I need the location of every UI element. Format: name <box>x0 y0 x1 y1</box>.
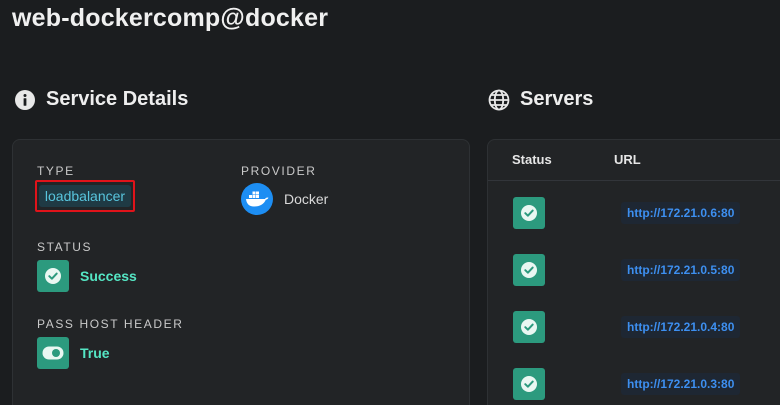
table-row[interactable]: http://172.21.0.4:80 <box>513 311 780 343</box>
service-page: web-dockercomp@docker Service Details Se… <box>0 0 780 405</box>
globe-icon <box>488 89 510 111</box>
service-details-heading: Service Details <box>14 88 188 111</box>
type-highlight-box: loadbalancer <box>35 180 135 212</box>
check-circle-icon <box>513 197 545 229</box>
server-url-link[interactable]: http://172.21.0.6:80 <box>621 202 741 224</box>
type-label: TYPE <box>37 164 75 178</box>
url-column-header: URL <box>614 152 641 167</box>
service-details-title: Service Details <box>46 88 189 110</box>
server-url-link[interactable]: http://172.21.0.3:80 <box>621 373 741 395</box>
check-circle-icon <box>513 368 545 400</box>
info-circle-icon <box>14 89 36 111</box>
status-value: Success <box>80 268 137 284</box>
server-url-link[interactable]: http://172.21.0.5:80 <box>621 259 741 281</box>
service-details-card: TYPE loadbalancer PROVIDER Docker STATUS… <box>12 139 470 405</box>
check-circle-icon <box>513 311 545 343</box>
servers-title: Servers <box>520 88 594 110</box>
toggle-on-icon <box>37 337 69 369</box>
provider-value: Docker <box>284 191 329 207</box>
pass-host-header-label: PASS HOST HEADER <box>37 317 184 331</box>
provider-label: PROVIDER <box>241 164 317 178</box>
status-column-header: Status <box>512 152 552 167</box>
server-url-link[interactable]: http://172.21.0.4:80 <box>621 316 741 338</box>
servers-heading: Servers <box>488 88 593 111</box>
table-row[interactable]: http://172.21.0.5:80 <box>513 254 780 286</box>
docker-icon <box>241 183 273 215</box>
status-label: STATUS <box>37 240 93 254</box>
pass-host-header-row: True <box>37 337 110 369</box>
provider-row: Docker <box>241 183 328 215</box>
status-row: Success <box>37 260 137 292</box>
check-circle-icon <box>37 260 69 292</box>
pass-host-header-value: True <box>80 345 110 361</box>
page-title: web-dockercomp@docker <box>12 4 329 32</box>
table-row[interactable]: http://172.21.0.3:80 <box>513 368 780 400</box>
servers-card: Status URL http://172.21.0.6:80 http://1… <box>487 139 780 405</box>
table-row[interactable]: http://172.21.0.6:80 <box>513 197 780 229</box>
check-circle-icon <box>513 254 545 286</box>
type-value: loadbalancer <box>38 185 132 207</box>
table-divider <box>488 180 780 181</box>
